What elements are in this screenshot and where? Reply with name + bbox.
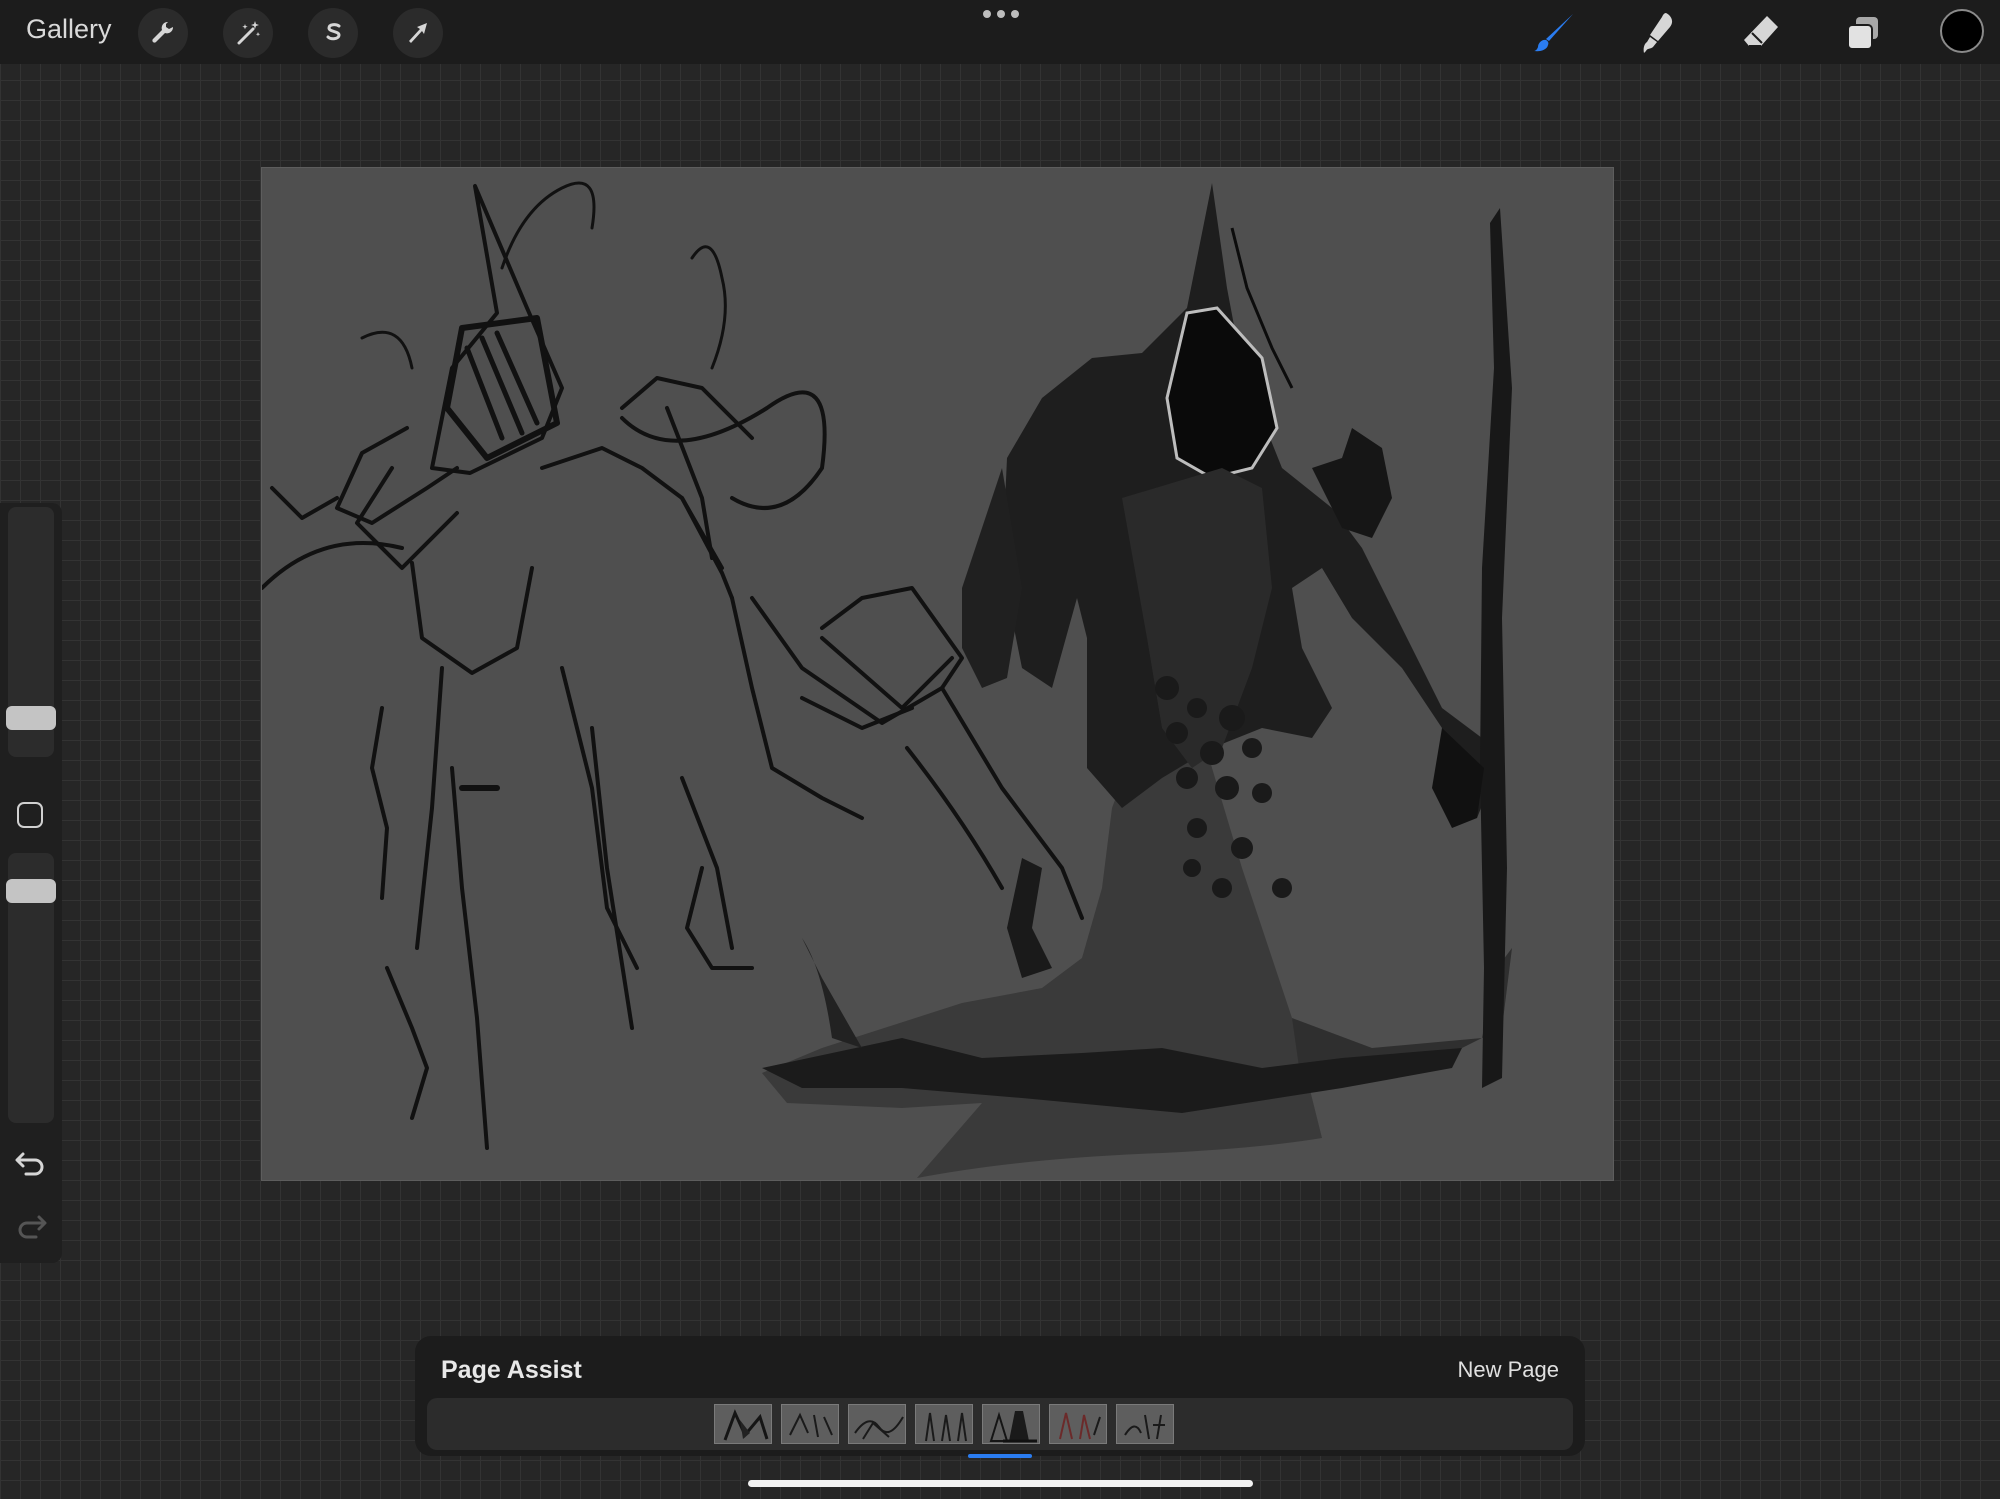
page-assist-title: Page Assist xyxy=(441,1356,582,1384)
more-options-icon[interactable] xyxy=(983,10,1019,18)
color-picker-swatch[interactable] xyxy=(1940,9,1984,53)
home-indicator[interactable] xyxy=(748,1480,1253,1487)
modify-button[interactable] xyxy=(17,802,43,828)
page-thumbnail[interactable] xyxy=(714,1404,772,1444)
page-assist-panel: Page Assist New Page xyxy=(415,1336,1585,1458)
new-page-button[interactable]: New Page xyxy=(1457,1357,1559,1383)
page-thumbnail-active[interactable] xyxy=(982,1404,1040,1444)
opacity-thumb[interactable] xyxy=(6,879,56,903)
magic-wand-icon[interactable] xyxy=(223,8,273,58)
page-thumbnail-strip xyxy=(427,1398,1573,1450)
top-toolbar: Gallery xyxy=(0,0,2000,64)
selection-s-icon[interactable] xyxy=(308,8,358,58)
brush-icon[interactable] xyxy=(1530,8,1580,58)
page-thumbnail[interactable] xyxy=(915,1404,973,1444)
gallery-button[interactable]: Gallery xyxy=(26,14,112,45)
undo-icon[interactable] xyxy=(14,1148,48,1178)
eraser-icon[interactable] xyxy=(1736,8,1786,58)
left-figure-sketch xyxy=(262,181,1084,1150)
active-page-indicator xyxy=(968,1454,1032,1458)
page-thumbnail[interactable] xyxy=(1049,1404,1107,1444)
page-thumbnail[interactable] xyxy=(1116,1404,1174,1444)
drawing-canvas[interactable] xyxy=(261,167,1614,1181)
page-thumbnail[interactable] xyxy=(781,1404,839,1444)
brush-size-thumb[interactable] xyxy=(6,706,56,730)
transform-arrow-icon[interactable] xyxy=(393,8,443,58)
right-figure-silhouette xyxy=(762,183,1512,1178)
canvas-artwork xyxy=(262,181,1512,1178)
sidebar xyxy=(0,503,62,1263)
wrench-icon[interactable] xyxy=(138,8,188,58)
redo-icon[interactable] xyxy=(14,1211,48,1241)
page-thumbnail[interactable] xyxy=(848,1404,906,1444)
smudge-icon[interactable] xyxy=(1633,8,1683,58)
layers-icon[interactable] xyxy=(1838,8,1888,58)
